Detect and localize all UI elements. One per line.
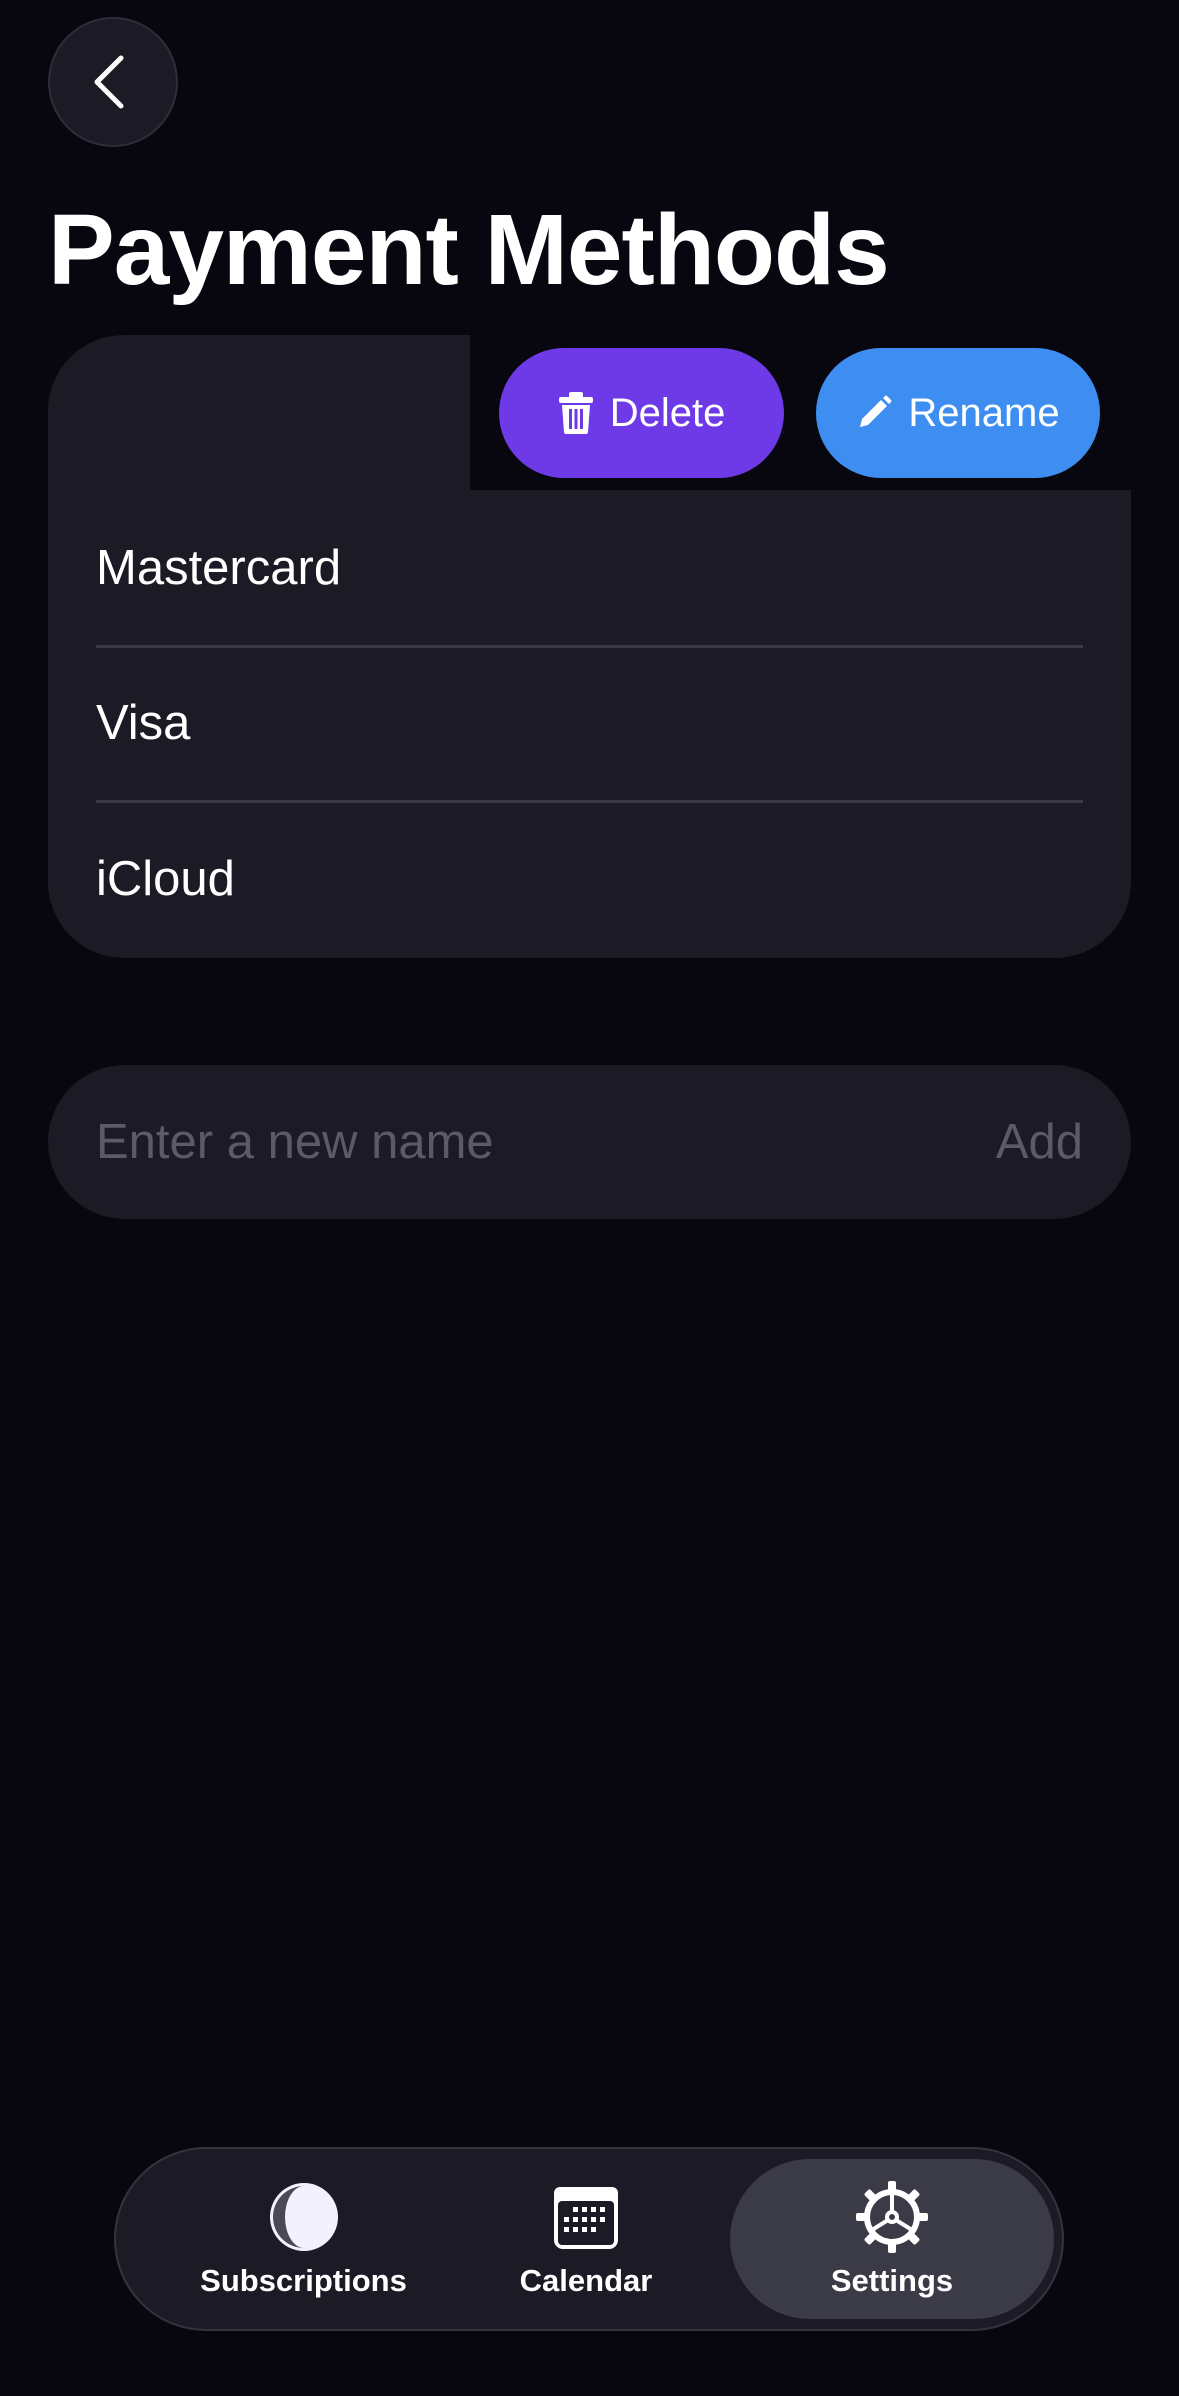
- list-item-visa[interactable]: Visa: [96, 645, 1083, 803]
- tab-settings[interactable]: Settings: [730, 2159, 1054, 2319]
- list-item-label: Visa: [96, 695, 191, 750]
- delete-label: Delete: [609, 390, 726, 435]
- payment-methods-list: Mastercard Visa iCloud: [48, 490, 1131, 958]
- subscriptions-icon: [269, 2183, 338, 2251]
- tab-label: Settings: [830, 2263, 954, 2298]
- tab-label: Calendar: [519, 2263, 653, 2298]
- page-title: Payment Methods: [48, 194, 890, 306]
- list-card-top: [48, 335, 470, 495]
- rename-label: Rename: [908, 390, 1060, 435]
- tab-calendar[interactable]: Calendar: [471, 2159, 701, 2319]
- rename-button[interactable]: Rename: [816, 348, 1100, 478]
- back-button[interactable]: [48, 17, 178, 147]
- tab-bar: Subscriptions Calendar Settings: [114, 2147, 1064, 2331]
- chevron-left-icon: [94, 55, 124, 109]
- list-item-mastercard[interactable]: Mastercard: [96, 490, 1083, 648]
- trash-icon: [558, 392, 593, 434]
- tab-subscriptions[interactable]: Subscriptions: [156, 2159, 451, 2319]
- list-item-icloud[interactable]: iCloud: [96, 801, 1083, 956]
- delete-button[interactable]: Delete: [499, 348, 784, 478]
- list-item-label: Mastercard: [96, 540, 342, 595]
- payment-methods-screen: Payment Methods Mastercard Visa iCloud D…: [0, 0, 1179, 2396]
- gear-icon: [856, 2181, 928, 2253]
- new-name-input[interactable]: [96, 1065, 896, 1219]
- calendar-icon: [554, 2187, 618, 2249]
- tab-label: Subscriptions: [200, 2263, 407, 2298]
- pencil-icon: [860, 395, 892, 427]
- add-button[interactable]: Add: [996, 1065, 1083, 1219]
- new-name-field: Add: [48, 1065, 1131, 1219]
- list-item-label: iCloud: [96, 851, 235, 906]
